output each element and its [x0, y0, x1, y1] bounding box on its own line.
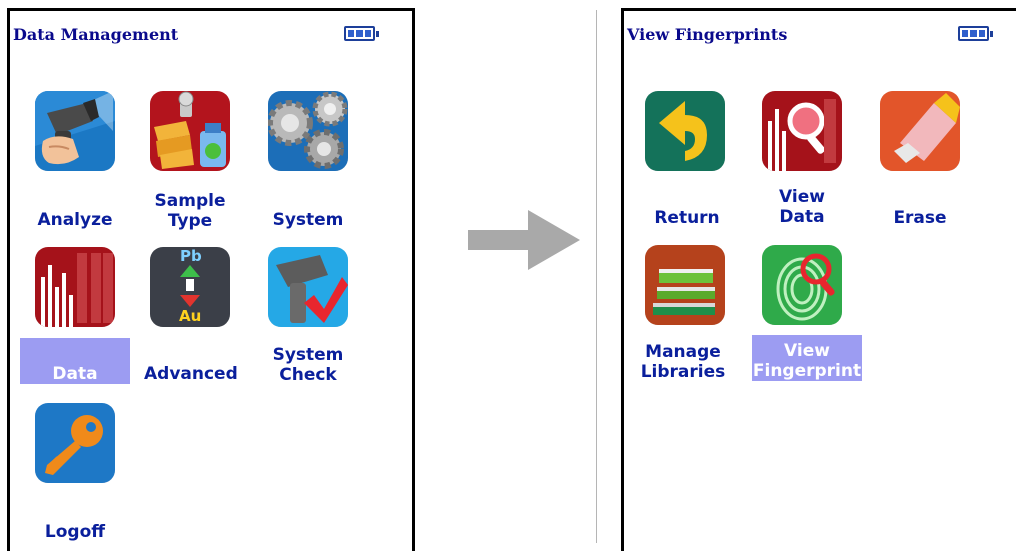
books-icon[interactable]	[645, 245, 725, 325]
menu-item-advanced[interactable]: Advanced	[144, 364, 238, 384]
right-arrow-icon	[468, 210, 580, 270]
view-data-icon[interactable]	[762, 91, 842, 171]
sample-type-icon[interactable]	[150, 91, 230, 171]
battery-icon	[344, 26, 379, 41]
data-management-screen: Data Management Analyze Sample Type Syst…	[7, 8, 415, 551]
data-chart-icon[interactable]	[35, 247, 115, 327]
menu-item-manage-libraries[interactable]: Manage Libraries	[637, 342, 729, 382]
return-arrow-icon[interactable]	[645, 91, 725, 171]
battery-icon	[958, 26, 993, 41]
menu-item-view-fingerprint[interactable]: View Fingerprint	[752, 335, 862, 381]
screen-title: Data Management	[13, 25, 179, 44]
eraser-icon[interactable]	[880, 91, 960, 171]
menu-item-analyze[interactable]: Analyze	[29, 210, 121, 230]
menu-item-view-data[interactable]: View Data	[756, 187, 848, 227]
system-check-icon[interactable]	[268, 247, 348, 327]
menu-item-sample-type[interactable]: Sample Type	[144, 191, 236, 231]
menu-item-return[interactable]: Return	[641, 208, 733, 228]
view-fingerprints-screen: View Fingerprints Return View Data Erase	[621, 8, 1016, 551]
pb-label: Pb	[180, 247, 202, 265]
menu-item-data[interactable]: Data	[20, 338, 130, 384]
au-label: Au	[179, 307, 202, 325]
gears-icon[interactable]	[268, 91, 348, 171]
menu-item-system[interactable]: System	[262, 210, 354, 230]
menu-item-erase[interactable]: Erase	[874, 208, 966, 228]
key-icon[interactable]	[35, 403, 115, 483]
pb-au-icon[interactable]: Pb Au	[150, 247, 230, 327]
screen-title: View Fingerprints	[627, 25, 788, 44]
menu-item-logoff[interactable]: Logoff	[29, 522, 121, 542]
fingerprint-icon[interactable]	[762, 245, 842, 325]
menu-item-system-check[interactable]: System Check	[262, 345, 354, 385]
xrf-analyzer-icon[interactable]	[35, 91, 115, 171]
divider	[596, 10, 597, 543]
